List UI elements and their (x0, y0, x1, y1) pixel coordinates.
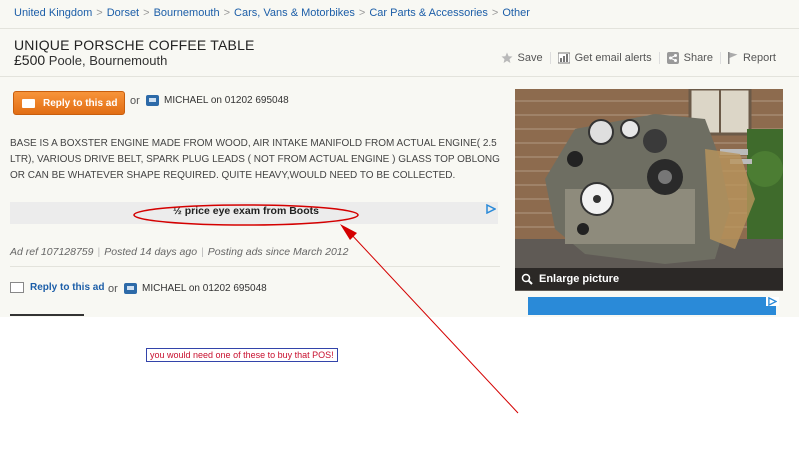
share-label: Share (683, 52, 713, 64)
phone-number: MICHAEL on 01202 695048 (164, 95, 289, 106)
envelope-icon (10, 282, 24, 293)
annotation-caption: you would need one of these to buy that … (146, 348, 338, 362)
reply-button-label: Reply to this ad (43, 97, 118, 109)
reply-to-ad-link[interactable]: Reply to this ad (10, 282, 104, 293)
report-button[interactable]: Report (719, 52, 783, 64)
ad-ref: Ad ref 107128759 (10, 246, 94, 258)
star-icon (501, 52, 512, 63)
breadcrumb: United Kingdom > Dorset > Bournemouth > Cars, … (14, 7, 530, 19)
breadcrumb-separator: > (358, 7, 366, 19)
reply-link-label: Reply to this ad (30, 282, 105, 293)
listing-price: £500 (14, 52, 46, 68)
breadcrumb-separator: > (491, 7, 499, 19)
breadcrumb-item-cars-vans-motorbikes[interactable]: Cars, Vans & Motorbikes (234, 7, 355, 19)
breadcrumb-separator: > (96, 7, 103, 19)
breadcrumb-item-other[interactable]: Other (502, 7, 530, 19)
listing-photo[interactable] (515, 89, 783, 291)
magnifier-icon (521, 273, 533, 285)
or-label: or (130, 95, 140, 107)
email-alerts-button[interactable]: Get email alerts (549, 52, 659, 64)
phone-contact[interactable]: MICHAEL on 01202 695048 (146, 95, 289, 106)
flag-icon (727, 52, 738, 64)
price-location: £500 Poole, Bournemouth (14, 52, 167, 68)
ad-banner-text[interactable]: ½ price eye exam from Boots (140, 205, 352, 217)
divider (0, 76, 799, 77)
enlarge-picture-button[interactable]: Enlarge picture (515, 268, 783, 290)
divider (10, 314, 84, 316)
save-button[interactable]: Save (494, 52, 550, 64)
divider (0, 28, 799, 29)
listing-meta: Ad ref 107128759 | Posted 14 days ago | Post… (10, 246, 349, 258)
posting-since: Posting ads since March 2012 (207, 246, 349, 258)
breadcrumb-item-bournemouth[interactable]: Bournemouth (154, 7, 220, 19)
share-button[interactable]: Share (658, 52, 720, 64)
save-label: Save (517, 52, 543, 64)
breadcrumb-item-dorset[interactable]: Dorset (107, 7, 139, 19)
phone-number: MICHAEL on 01202 695048 (142, 283, 267, 294)
phone-contact-bottom[interactable]: MICHAEL on 01202 695048 (124, 283, 267, 294)
adchoices-icon[interactable] (766, 297, 779, 306)
enlarge-label: Enlarge picture (539, 273, 620, 285)
divider (10, 266, 500, 267)
listing-description: BASE IS A BOXSTER ENGINE MADE FROM WOOD,… (10, 138, 500, 181)
email-alerts-label: Get email alerts (574, 52, 652, 64)
share-icon (666, 52, 679, 64)
breadcrumb-item-car-parts[interactable]: Car Parts & Accessories (369, 7, 488, 19)
reply-to-ad-button[interactable]: Reply to this ad (13, 91, 125, 115)
chart-icon (557, 52, 570, 64)
listing-title: UNIQUE PORSCHE COFFEE TABLE (14, 37, 255, 53)
phone-icon (146, 95, 159, 106)
envelope-icon (22, 98, 35, 108)
breadcrumb-item-united-kingdom[interactable]: United Kingdom (14, 7, 92, 19)
breadcrumb-separator: > (143, 7, 150, 19)
photo-illustration (515, 89, 783, 291)
report-label: Report (742, 52, 776, 64)
phone-icon (124, 283, 137, 294)
or-label: or (108, 283, 118, 295)
listing-location: Poole, Bournemouth (48, 53, 168, 68)
adchoices-icon[interactable] (486, 204, 496, 214)
listing-actions: Save Get email alerts Share Report (494, 52, 784, 64)
posted-date: Posted 14 days ago (104, 246, 198, 258)
breadcrumb-separator: > (223, 7, 231, 19)
side-ad-banner[interactable] (528, 297, 776, 315)
